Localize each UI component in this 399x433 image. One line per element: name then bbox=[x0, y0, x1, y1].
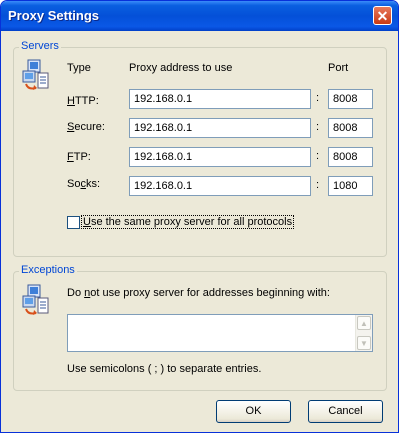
dialog-title: Proxy Settings bbox=[8, 8, 100, 23]
title-bar[interactable]: Proxy Settings ✕ bbox=[1, 1, 398, 31]
scroll-down-arrow-icon[interactable]: ▼ bbox=[357, 336, 371, 350]
type-column-header: Type bbox=[67, 62, 91, 74]
ftp-port-input[interactable]: 8008 bbox=[328, 147, 373, 167]
exceptions-scrollbar[interactable]: ▲ ▼ bbox=[355, 315, 372, 351]
ftp-address-input[interactable]: 192.168.0.1 bbox=[129, 147, 311, 167]
secure-label: Secure: bbox=[67, 121, 105, 133]
ftp-label: FTP: bbox=[67, 151, 91, 163]
exceptions-textarea[interactable]: ▲ ▼ bbox=[67, 314, 373, 352]
same-proxy-label[interactable]: Use the same proxy server for all protoc… bbox=[81, 215, 295, 229]
same-proxy-checkbox[interactable] bbox=[67, 216, 80, 229]
exceptions-prompt: Do not use proxy server for addresses be… bbox=[67, 287, 330, 299]
http-address-input[interactable]: 192.168.0.1 bbox=[129, 89, 311, 109]
scroll-up-arrow-icon[interactable]: ▲ bbox=[357, 316, 371, 330]
port-column-header: Port bbox=[328, 62, 349, 74]
network-computer-icon bbox=[22, 59, 49, 90]
proxy-settings-dialog: Proxy Settings ✕ Servers Type Proxy addr… bbox=[0, 0, 399, 433]
secure-port-input[interactable]: 8008 bbox=[328, 118, 373, 138]
http-port-input[interactable]: 8008 bbox=[328, 89, 373, 109]
address-column-header: Proxy address to use bbox=[129, 62, 233, 74]
secure-port-separator: : bbox=[316, 121, 320, 133]
ok-button[interactable]: OK bbox=[216, 400, 291, 423]
network-computer-icon bbox=[22, 284, 49, 315]
secure-address-input[interactable]: 192.168.0.1 bbox=[129, 118, 311, 138]
exceptions-hint: Use semicolons ( ; ) to separate entries… bbox=[67, 363, 262, 375]
http-port-separator: : bbox=[316, 92, 320, 104]
socks-port-input[interactable]: 1080 bbox=[328, 176, 373, 196]
servers-group-label: Servers bbox=[19, 40, 61, 52]
socks-label: Socks: bbox=[67, 178, 101, 190]
close-button[interactable]: ✕ bbox=[373, 6, 392, 25]
exceptions-group-label: Exceptions bbox=[19, 264, 77, 276]
cancel-button[interactable]: Cancel bbox=[308, 400, 383, 423]
ftp-port-separator: : bbox=[316, 150, 320, 162]
http-label: HTTP: bbox=[67, 95, 99, 107]
socks-port-separator: : bbox=[316, 179, 320, 191]
socks-address-input[interactable]: 192.168.0.1 bbox=[129, 176, 311, 196]
